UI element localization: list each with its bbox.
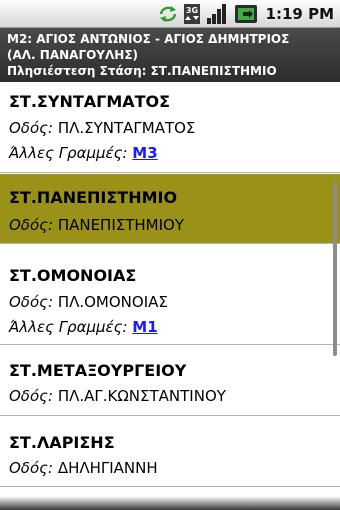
street-value: ΠΑΝΕΠΙΣΤΗΜΙΟΥ	[57, 216, 185, 234]
street-label: Οδός:	[9, 293, 54, 311]
street-value: ΠΛ.ΟΜΟΝΟΙΑΣ	[57, 293, 168, 311]
3g-icon: 3G	[183, 3, 200, 24]
stop-name: ΣΤ.ΟΜΟΝΟΙΑΣ	[9, 266, 137, 285]
route-header: Μ2: ΑΓΙΟΣ ΑΝΤΩΝΙΟΣ - ΑΓΙΟΣ ΔΗΜΗΤΡΙΟΣ (ΑΛ…	[0, 28, 340, 82]
network-label: 3G	[185, 6, 197, 15]
sync-icon	[158, 5, 178, 23]
street-label: Οδός:	[9, 387, 54, 405]
bottom-fade	[0, 496, 340, 510]
street-label: Οδός:	[9, 216, 54, 234]
street-value: ΔΗΛΗΓΙΑΝΝΗ	[57, 459, 158, 477]
stop-name: ΣΤ.ΛΑΡΙΣΗΣ	[9, 433, 115, 452]
stop-other-lines: Άλλες Γραμμές: Μ3	[9, 144, 158, 162]
signal-icon	[206, 3, 228, 24]
stop-name: ΣΤ.ΣΥΝΤΑΓΜΑΤΟΣ	[9, 92, 171, 111]
stop-name: ΣΤ.ΠΑΝΕΠΙΣΤΗΜΙΟ	[9, 188, 178, 207]
stop-street: Οδός: ΠΑΝΕΠΙΣΤΗΜΙΟΥ	[9, 216, 184, 234]
route-title: Μ2: ΑΓΙΟΣ ΑΝΤΩΝΙΟΣ - ΑΓΙΟΣ ΔΗΜΗΤΡΙΟΣ	[7, 32, 290, 46]
other-lines-label: Άλλες Γραμμές:	[9, 318, 128, 336]
list-item-selected[interactable]: ΣΤ.ΠΑΝΕΠΙΣΤΗΜΙΟ Οδός: ΠΑΝΕΠΙΣΤΗΜΙΟΥ	[0, 174, 340, 244]
stop-street: Οδός: ΔΗΛΗΓΙΑΝΝΗ	[9, 459, 158, 477]
stop-street: Οδός: ΠΛ.ΣΥΝΤΑΓΜΑΤΟΣ	[9, 119, 195, 137]
list-item[interactable]: ΣΤ.ΟΜΟΝΟΙΑΣ Οδός: ΠΛ.ΟΜΟΝΟΙΑΣ Άλλες Γραμ…	[0, 254, 340, 345]
street-value: ΠΛ.ΣΥΝΤΑΓΜΑΤΟΣ	[57, 119, 196, 137]
status-bar: 3G 1:19 PM	[0, 0, 340, 28]
clock: 1:19 PM	[265, 4, 334, 23]
list-item[interactable]: ΣΤ.ΛΑΡΙΣΗΣ Οδός: ΔΗΛΗΓΙΑΝΝΗ	[0, 417, 340, 487]
other-line-link[interactable]: Μ1	[132, 318, 157, 336]
route-subtitle: (ΑΛ. ΠΑΝΑΓΟΥΛΗΣ)	[7, 48, 139, 62]
list-item[interactable]: ΣΤ.ΜΕΤΑΞΟΥΡΓΕΙΟΥ Οδός: ΠΛ.ΑΓ.ΚΩΝΣΤΑΝΤΙΝΟ…	[0, 346, 340, 416]
stop-street: Οδός: ΠΛ.ΑΓ.ΚΩΝΣΤΑΝΤΙΝΟΥ	[9, 387, 226, 405]
stop-name: ΣΤ.ΜΕΤΑΞΟΥΡΓΕΙΟΥ	[9, 361, 187, 380]
street-value: ΠΛ.ΑΓ.ΚΩΝΣΤΑΝΤΙΝΟΥ	[57, 387, 226, 405]
stop-other-lines: Άλλες Γραμμές: Μ1	[9, 318, 158, 336]
battery-icon	[234, 4, 258, 24]
scrollbar[interactable]	[333, 182, 337, 356]
other-line-link[interactable]: Μ3	[132, 144, 157, 162]
other-lines-label: Άλλες Γραμμές:	[9, 144, 128, 162]
nearest-stop: Πλησιέστεση Στάση: ΣΤ.ΠΑΝΕΠΙΣΤΗΜΙΟ	[7, 64, 277, 78]
street-label: Οδός:	[9, 119, 54, 137]
stop-street: Οδός: ΠΛ.ΟΜΟΝΟΙΑΣ	[9, 293, 168, 311]
stop-list[interactable]: ΣΤ.ΣΥΝΤΑΓΜΑΤΟΣ Οδός: ΠΛ.ΣΥΝΤΑΓΜΑΤΟΣ Άλλε…	[0, 82, 340, 510]
list-item[interactable]: ΣΤ.ΣΥΝΤΑΓΜΑΤΟΣ Οδός: ΠΛ.ΣΥΝΤΑΓΜΑΤΟΣ Άλλε…	[0, 82, 340, 173]
street-label: Οδός:	[9, 459, 54, 477]
